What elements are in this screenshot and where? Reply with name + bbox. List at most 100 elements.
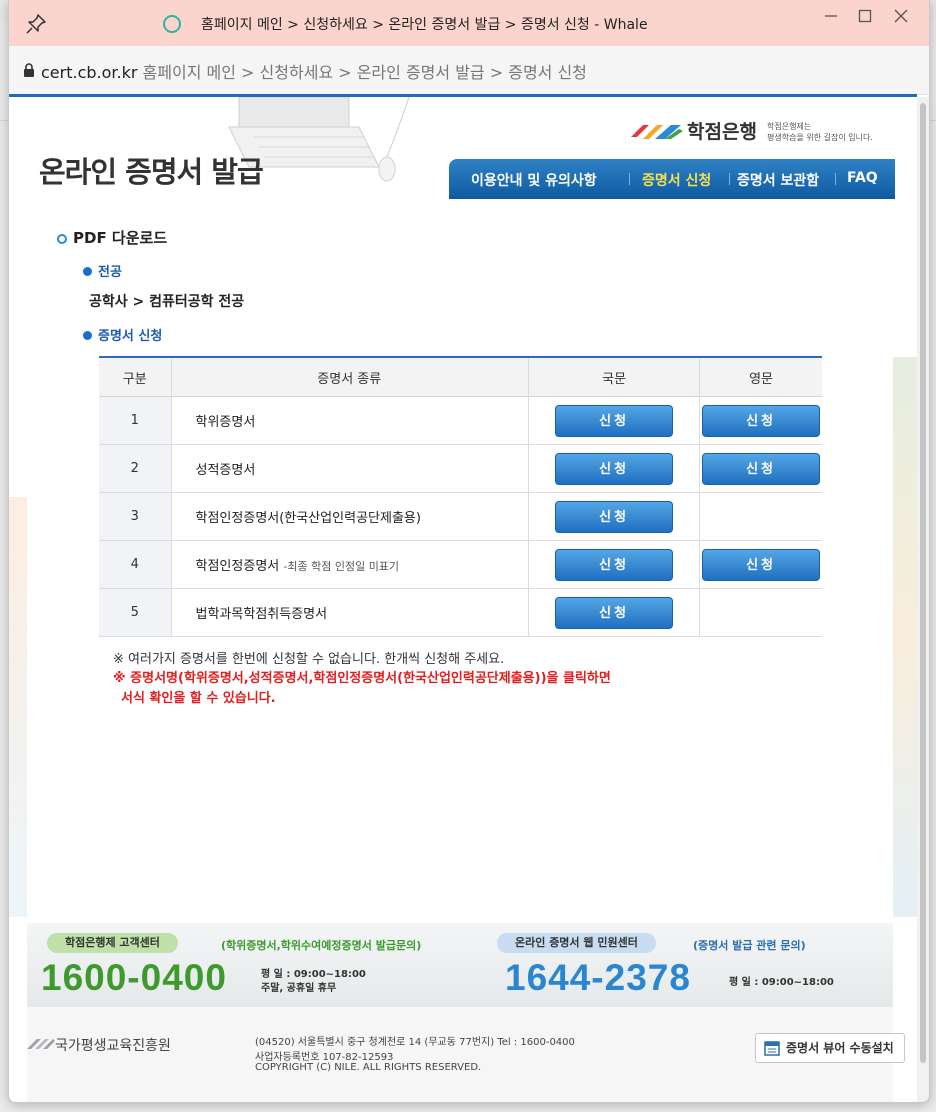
cell-english-empty xyxy=(699,588,822,637)
customer-center-closed: 주말, 공휴일 휴무 xyxy=(261,983,337,994)
apply-heading: 증명서 신청 xyxy=(83,325,162,344)
maximize-icon[interactable] xyxy=(855,6,875,26)
apply-heading-text: 증명서 신청 xyxy=(98,329,163,344)
col-header-no: 구분 xyxy=(99,356,172,397)
url-path: 홈페이지 메인 > 신청하세요 > 온라인 증명서 발급 > 증명서 신청 xyxy=(142,63,587,82)
apply-korean-button[interactable]: 신청 xyxy=(555,596,674,629)
popup-window: 홈페이지 메인 > 신청하세요 > 온라인 증명서 발급 > 증명서 신청 - … xyxy=(8,0,930,1103)
apply-english-button[interactable]: 신청 xyxy=(702,404,821,437)
footer-contact: 학점은행제 고객센터 (학위증명서,학위수여예정증명서 발급문의) 1600-0… xyxy=(27,923,893,1007)
viewer-icon xyxy=(764,1041,780,1056)
section-title-text: PDF 다운로드 xyxy=(73,229,168,247)
web-center-hours: 평 일 : 09:00~18:00 xyxy=(729,977,834,988)
logo-name: 학점은행 xyxy=(687,121,757,143)
customer-center-pill: 학점은행제 고객센터 xyxy=(47,933,178,953)
nav-separator xyxy=(629,173,630,185)
bullet-icon xyxy=(83,331,92,340)
cell-english: 신청 xyxy=(699,540,822,589)
web-center-tag: (증명서 발급 관련 문의) xyxy=(693,939,806,952)
cell-korean: 신청 xyxy=(528,540,701,589)
title-bar[interactable]: 홈페이지 메인 > 신청하세요 > 온라인 증명서 발급 > 증명서 신청 - … xyxy=(9,0,929,46)
business-number: 사업자등록번호 107-82-12593 xyxy=(255,1052,394,1063)
cell-korean: 신청 xyxy=(528,492,701,541)
row-number: 5 xyxy=(99,588,172,637)
certificate-name-link[interactable]: 학점인정증명서 xyxy=(196,559,280,574)
cell-english: 신청 xyxy=(699,396,822,445)
org-name: 국가평생교육진흥원 xyxy=(55,1038,171,1054)
bullet-icon xyxy=(83,267,92,276)
section-title: PDF 다운로드 xyxy=(57,227,167,248)
url-text[interactable]: cert.cb.or.kr 홈페이지 메인 > 신청하세요 > 온라인 증명서 … xyxy=(41,59,587,83)
minimize-icon[interactable] xyxy=(821,6,841,26)
cell-english-empty xyxy=(699,492,822,541)
cell-korean: 신청 xyxy=(528,444,701,493)
table-header-row: 구분 증명서 종류 국문 영문 xyxy=(99,356,822,397)
logo-tag-line-2: 평생학습을 위한 길잡이 입니다. xyxy=(767,133,873,142)
nav-item-faq[interactable]: FAQ xyxy=(847,170,878,186)
table-row: 5 법학과목학점취득증명서 신청 xyxy=(99,588,822,637)
svg-text:∞: ∞ xyxy=(209,125,211,141)
cell-korean: 신청 xyxy=(528,396,701,445)
nav-separator xyxy=(729,173,730,185)
main-nav: 이용안내 및 유의사항 증명서 신청 증명서 보관함 FAQ xyxy=(449,159,895,199)
major-value: 공학사 > 컴퓨터공학 전공 xyxy=(89,294,245,310)
notice-click-name: ※ 증명서명(학위증명서,성적증명서,학점인정증명서(한국산업인력공단제출용))… xyxy=(113,671,611,686)
row-number: 3 xyxy=(99,492,172,541)
address-bar[interactable]: cert.cb.or.kr 홈페이지 메인 > 신청하세요 > 온라인 증명서 … xyxy=(9,46,929,95)
customer-center-hours: 평 일 : 09:00~18:00 xyxy=(261,969,366,980)
table-row: 4 학점인정증명서 -최종 학점 인정일 미표기 신청 신청 xyxy=(99,540,822,589)
table-row: 2 성적증명서 신청 신청 xyxy=(99,444,822,493)
scrollbar[interactable] xyxy=(917,97,929,1102)
customer-center-phone: 1600-0400 xyxy=(41,957,227,998)
web-center-phone: 1644-2378 xyxy=(505,957,691,998)
cell-korean: 신청 xyxy=(528,588,701,637)
row-number: 2 xyxy=(99,444,172,493)
loading-icon xyxy=(163,15,181,33)
certificate-name-link[interactable]: 학위증명서 xyxy=(171,396,530,445)
apply-korean-button[interactable]: 신청 xyxy=(555,548,674,581)
nav-item-guide[interactable]: 이용안내 및 유의사항 xyxy=(471,170,597,190)
row-number: 4 xyxy=(99,540,172,589)
nav-item-storage[interactable]: 증명서 보관함 xyxy=(737,170,819,190)
certificate-name-cell: 학점인정증명서 -최종 학점 인정일 미표기 xyxy=(171,540,530,589)
nav-separator xyxy=(835,173,836,185)
customer-center-tag: (학위증명서,학위수여예정증명서 발급문의) xyxy=(221,939,422,952)
apply-english-button[interactable]: 신청 xyxy=(702,548,821,581)
table-row: 3 학점인정증명서(한국산업인력공단제출용) 신청 xyxy=(99,492,822,541)
notice-click-name-cont: 서식 확인을 할 수 있습니다. xyxy=(121,691,276,706)
org-logo-icon xyxy=(27,1039,55,1049)
certificate-name-link[interactable]: 학점인정증명서(한국산업인력공단제출용) xyxy=(171,492,530,541)
logo-mark-icon xyxy=(631,125,683,139)
nav-item-apply[interactable]: 증명서 신청 xyxy=(642,170,711,190)
apply-korean-button[interactable]: 신청 xyxy=(555,500,674,533)
org-address: (04520) 서울특별시 중구 청계천로 14 (무교동 77번지) Tel … xyxy=(255,1037,575,1048)
col-header-type: 증명서 종류 xyxy=(171,356,530,397)
major-heading: 전공 xyxy=(83,261,122,280)
site-title: 온라인 증명서 발급 xyxy=(39,155,264,189)
url-host: cert.cb.or.kr xyxy=(41,63,138,82)
logo-tagline: 학점은행제는평생학습을 위한 길잡이 입니다. xyxy=(767,121,873,143)
close-icon[interactable] xyxy=(891,6,911,26)
scrollbar-thumb[interactable] xyxy=(920,103,926,1063)
apply-korean-button[interactable]: 신청 xyxy=(555,404,674,437)
site-header: ∞ 온라인 증명서 발급 학점은행 학점은행제는평생학습을 위한 길잡이 입니다… xyxy=(9,97,917,203)
certificate-name-link[interactable]: 법학과목학점취득증명서 xyxy=(171,588,530,637)
notice-one-at-a-time: ※ 여러가지 증명서를 한번에 신청할 수 없습니다. 한개씩 신청해 주세요. xyxy=(113,652,505,667)
pin-icon[interactable] xyxy=(25,13,47,35)
right-decoration xyxy=(893,357,917,917)
certificate-name-link[interactable]: 성적증명서 xyxy=(171,444,530,493)
cell-english: 신청 xyxy=(699,444,822,493)
certificate-table: 구분 증명서 종류 국문 영문 1 학위증명서 신청 신청 2 성적증명서 신청 xyxy=(99,356,822,637)
logo-tag-line-1: 학점은행제는 xyxy=(767,122,812,131)
col-header-korean: 국문 xyxy=(528,356,701,397)
section-bullet-icon xyxy=(57,234,67,244)
window-title: 홈페이지 메인 > 신청하세요 > 온라인 증명서 발급 > 증명서 신청 - … xyxy=(201,17,648,33)
major-heading-text: 전공 xyxy=(98,265,122,280)
apply-english-button[interactable]: 신청 xyxy=(702,452,821,485)
certificate-note: -최종 학점 인정일 미표기 xyxy=(283,560,400,573)
apply-korean-button[interactable]: 신청 xyxy=(555,452,674,485)
lock-icon xyxy=(24,63,34,77)
viewer-install-label: 증명서 뷰어 수동설치 xyxy=(786,1041,894,1055)
viewer-install-button[interactable]: 증명서 뷰어 수동설치 xyxy=(755,1033,905,1063)
row-number: 1 xyxy=(99,396,172,445)
